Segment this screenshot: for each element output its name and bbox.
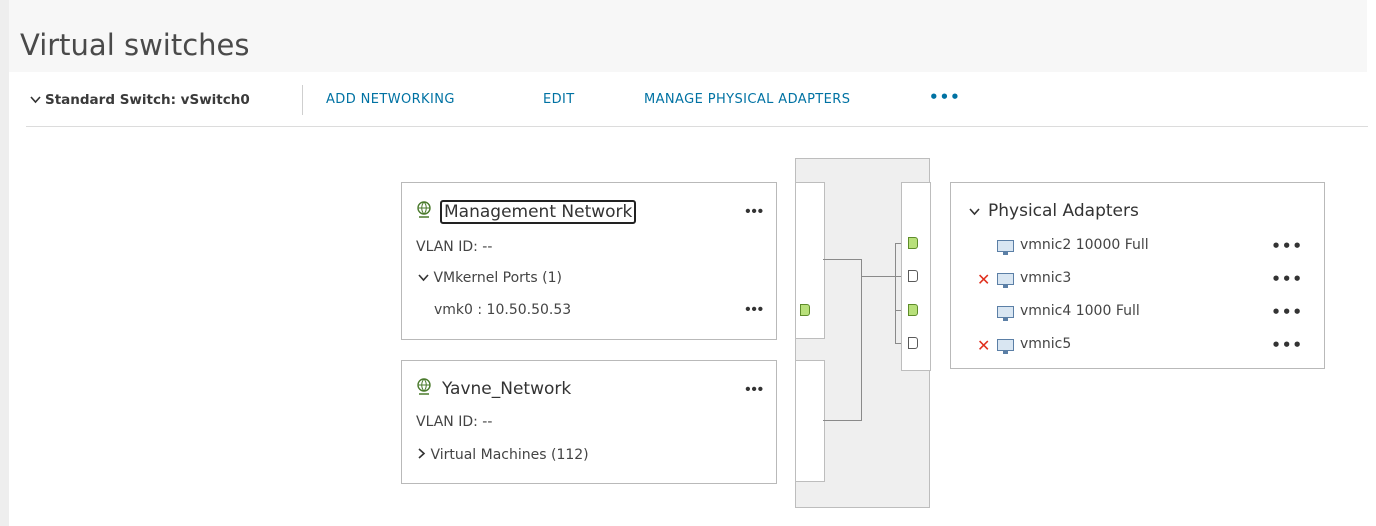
edit-button[interactable]: EDIT — [543, 92, 575, 107]
adapter-name: vmnic4 1000 Full — [1020, 303, 1140, 319]
manage-physical-adapters-button[interactable]: MANAGE PHYSICAL ADAPTERS — [644, 92, 850, 107]
uplink-port-inactive-icon — [908, 337, 918, 349]
vmkernel-ports-toggle[interactable]: VMkernel Ports (1) — [418, 270, 562, 286]
vlan-id: VLAN ID: -- — [416, 239, 493, 255]
port-group-connector-2 — [795, 360, 825, 482]
physical-nic-icon — [997, 306, 1014, 321]
switch-toolbar: Standard Switch: vSwitch0 ADD NETWORKING… — [26, 76, 1368, 127]
adapter-row[interactable]: ✕ vmnic3 ••• — [977, 270, 1317, 290]
chevron-right-icon — [418, 447, 426, 463]
port-group-name-link[interactable]: Management Network — [440, 200, 637, 224]
port-group-card-yavne: Yavne_Network ••• VLAN ID: -- Virtual Ma… — [401, 360, 777, 484]
network-globe-icon — [416, 201, 432, 218]
adapter-more-button[interactable]: ••• — [1271, 303, 1303, 321]
more-actions-button[interactable]: ••• — [929, 88, 961, 106]
wire — [895, 243, 896, 344]
wire — [895, 310, 901, 311]
wire — [823, 259, 861, 260]
vmkernel-ports-label: VMkernel Ports (1) — [433, 270, 562, 286]
switch-title: Standard Switch: vSwitch0 — [45, 92, 250, 108]
port-group-name-link[interactable]: Yavne_Network — [440, 378, 573, 400]
physical-nic-icon — [997, 339, 1014, 354]
network-globe-icon — [416, 378, 432, 395]
adapter-row[interactable]: ✕ vmnic5 ••• — [977, 336, 1317, 356]
add-networking-button[interactable]: ADD NETWORKING — [326, 92, 455, 107]
chevron-down-icon — [969, 201, 988, 221]
uplink-port-active-icon — [908, 237, 918, 249]
wire — [823, 420, 861, 421]
adapter-more-button[interactable]: ••• — [1271, 336, 1303, 354]
adapter-row[interactable]: vmnic4 1000 Full ••• — [977, 303, 1317, 323]
left-panel-edge — [0, 0, 9, 526]
port-group-card-management: Management Network ••• VLAN ID: -- VMker… — [401, 182, 777, 340]
wire — [895, 243, 901, 244]
physical-adapters-toggle[interactable]: Physical Adapters — [969, 201, 1139, 221]
vmkernel-port-item[interactable]: vmk0 : 10.50.50.53 — [434, 302, 571, 318]
physical-nic-icon — [997, 273, 1014, 288]
page-title: Virtual switches — [20, 28, 250, 62]
chevron-down-icon — [418, 270, 429, 286]
virtual-machines-label: Virtual Machines (112) — [430, 447, 589, 463]
port-group-more-button[interactable]: ••• — [745, 381, 764, 398]
vlan-id: VLAN ID: -- — [416, 414, 493, 430]
adapter-name: vmnic3 — [1020, 270, 1072, 286]
uplink-port-inactive-icon — [908, 270, 918, 282]
virtual-machines-toggle[interactable]: Virtual Machines (112) — [418, 447, 589, 463]
physical-adapters-card: Physical Adapters vmnic2 10000 Full ••• … — [950, 182, 1325, 369]
port-group-more-button[interactable]: ••• — [745, 203, 764, 220]
disconnected-x-icon: ✕ — [977, 270, 991, 289]
port-group-header: Yavne_Network — [416, 378, 573, 400]
wire — [895, 343, 901, 344]
wire — [861, 259, 862, 421]
vmkernel-port-more-button[interactable]: ••• — [745, 301, 764, 318]
physical-adapters-title: Physical Adapters — [988, 201, 1139, 221]
adapter-more-button[interactable]: ••• — [1271, 270, 1303, 288]
adapter-name: vmnic2 10000 Full — [1020, 237, 1149, 253]
toolbar-divider — [302, 85, 303, 115]
disconnected-x-icon: ✕ — [977, 336, 991, 355]
adapter-row[interactable]: vmnic2 10000 Full ••• — [977, 237, 1317, 257]
adapter-name: vmnic5 — [1020, 336, 1072, 352]
vmkernel-port-icon — [800, 304, 810, 316]
uplink-port-active-icon — [908, 304, 918, 316]
physical-nic-icon — [997, 240, 1014, 255]
port-group-header: Management Network — [416, 200, 637, 224]
switch-expander[interactable]: Standard Switch: vSwitch0 — [30, 92, 250, 108]
chevron-down-icon — [30, 92, 41, 108]
adapter-more-button[interactable]: ••• — [1271, 237, 1303, 255]
